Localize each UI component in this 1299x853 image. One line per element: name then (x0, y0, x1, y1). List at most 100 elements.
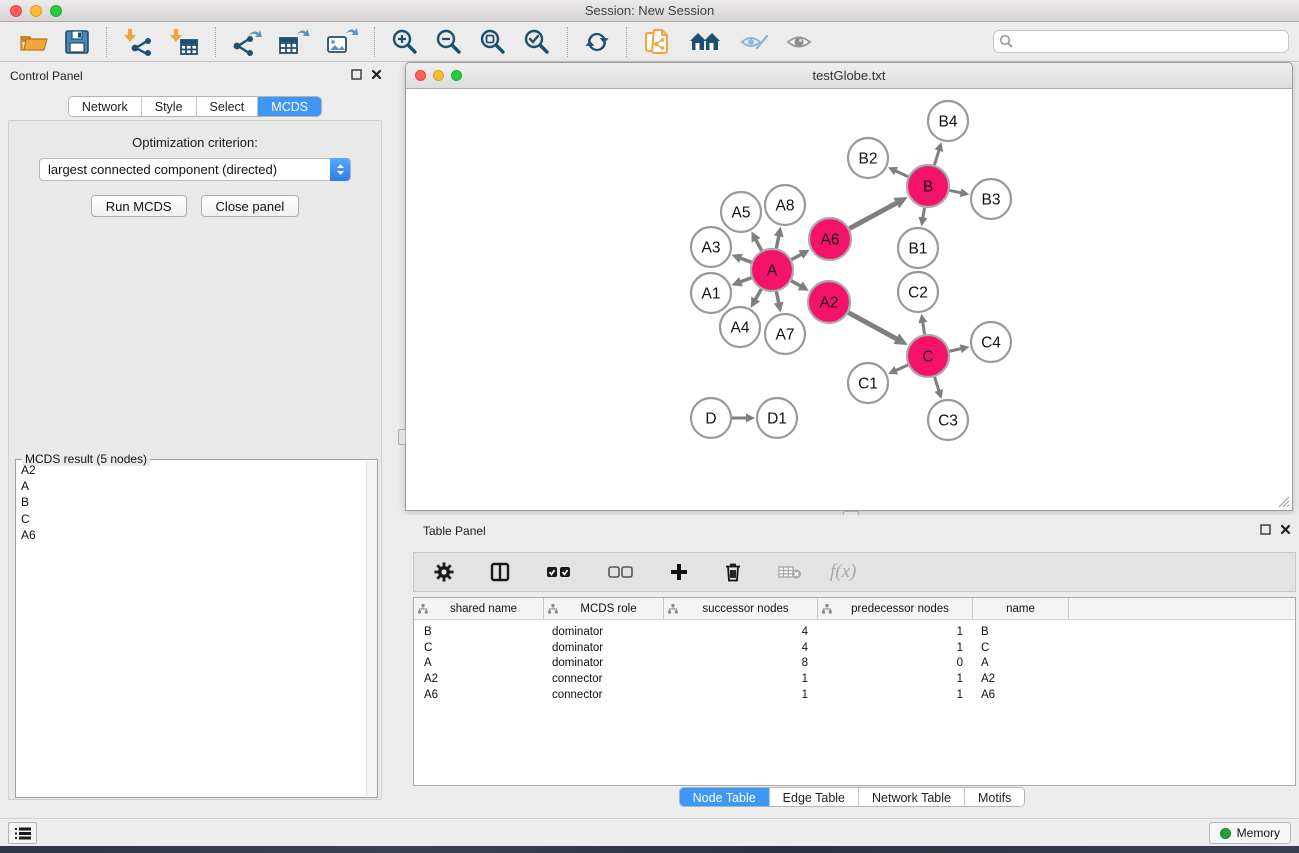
resize-grip-icon[interactable] (1277, 495, 1290, 508)
delete-column-button[interactable] (719, 560, 747, 584)
graph-edge-C-C1[interactable] (894, 365, 907, 371)
graph-node-A5[interactable]: A5 (721, 192, 761, 232)
tab-node-table[interactable]: Node Table (680, 788, 770, 806)
graph-node-A7[interactable]: A7 (765, 314, 805, 354)
zoom-selected-button[interactable] (518, 26, 556, 58)
save-session-button[interactable] (59, 27, 95, 57)
minimize-window-button[interactable] (30, 5, 42, 17)
tab-network[interactable]: Network (69, 97, 142, 116)
mcds-result-scrollbar[interactable] (366, 461, 377, 796)
export-image-button[interactable] (321, 26, 363, 58)
mcds-result-item[interactable]: A (17, 478, 365, 494)
show-view-button[interactable] (780, 28, 818, 56)
tab-network-table[interactable]: Network Table (859, 788, 965, 806)
graph-edge-C-C4[interactable] (949, 348, 962, 351)
tab-style[interactable]: Style (142, 97, 197, 116)
deselect-all-button[interactable] (603, 563, 639, 581)
table-row[interactable]: Bdominator41B (414, 624, 1295, 640)
hide-annotations-button[interactable] (734, 28, 774, 56)
zoom-in-button[interactable] (386, 26, 424, 58)
graph-edge-C-C3[interactable] (935, 377, 940, 392)
close-panel-button[interactable]: Close panel (201, 195, 300, 217)
home-view-button[interactable] (682, 27, 728, 57)
column-header-shared-name[interactable]: shared name (414, 598, 544, 619)
graph-edge-A-A5[interactable] (755, 238, 761, 250)
graph-edge-B-B4[interactable] (934, 149, 939, 165)
graph-edge-A2-C[interactable] (848, 313, 898, 340)
float-panel-icon[interactable] (1260, 524, 1271, 535)
tab-edge-table[interactable]: Edge Table (770, 788, 859, 806)
network-window-titlebar[interactable]: testGlobe.txt (406, 63, 1292, 89)
graph-node-A2[interactable]: A2 (808, 281, 850, 323)
graph-edge-C-C2[interactable] (922, 321, 924, 335)
graph-node-A3[interactable]: A3 (691, 227, 731, 267)
graph-node-B4[interactable]: B4 (928, 101, 968, 141)
table-row[interactable]: A2connector11A2 (414, 671, 1295, 687)
graph-edge-A-A8[interactable] (776, 234, 779, 248)
float-panel-icon[interactable] (351, 69, 362, 80)
mcds-result-item[interactable]: A2 (17, 462, 365, 478)
task-history-button[interactable] (8, 822, 37, 844)
network-zoom-button[interactable] (451, 70, 462, 81)
graph-node-C[interactable]: C (907, 335, 949, 377)
graph-node-B3[interactable]: B3 (971, 179, 1011, 219)
graph-node-A8[interactable]: A8 (765, 185, 805, 225)
left-splitter-grip[interactable] (398, 429, 406, 445)
import-network-button[interactable] (118, 26, 158, 58)
graph-node-B[interactable]: B (907, 165, 949, 207)
graph-node-A[interactable]: A (751, 249, 793, 291)
graph-node-A6[interactable]: A6 (809, 218, 851, 260)
memory-button[interactable]: Memory (1209, 822, 1291, 844)
graph-edge-A-A4[interactable] (755, 289, 762, 301)
delete-table-button[interactable] (773, 562, 807, 582)
network-minimize-button[interactable] (433, 70, 444, 81)
mcds-result-item[interactable]: A6 (17, 527, 365, 543)
column-header-predecessor-nodes[interactable]: predecessor nodes (818, 598, 973, 619)
column-header-name[interactable]: name (973, 598, 1069, 619)
table-row[interactable]: Cdominator41C (414, 640, 1295, 656)
graph-node-A4[interactable]: A4 (720, 307, 760, 347)
column-header-successor-nodes[interactable]: successor nodes (664, 598, 818, 619)
tab-motifs[interactable]: Motifs (965, 788, 1024, 806)
graph-node-D1[interactable]: D1 (757, 398, 797, 438)
graph-node-D[interactable]: D (691, 398, 731, 438)
graph-node-C1[interactable]: C1 (848, 363, 888, 403)
select-all-button[interactable] (541, 563, 577, 581)
network-close-button[interactable] (415, 70, 426, 81)
table-row[interactable]: Adominator80A (414, 656, 1295, 672)
graph-node-A1[interactable]: A1 (691, 273, 731, 313)
clone-network-button[interactable] (638, 25, 676, 59)
mcds-result-item[interactable]: C (17, 511, 365, 527)
graph-node-C3[interactable]: C3 (928, 400, 968, 440)
zoom-window-button[interactable] (50, 5, 62, 17)
zoom-out-button[interactable] (430, 26, 468, 58)
optimization-criterion-select[interactable]: largest connected component (directed) (39, 158, 351, 181)
graph-node-B2[interactable]: B2 (848, 138, 888, 178)
graph-node-C4[interactable]: C4 (971, 322, 1011, 362)
tab-select[interactable]: Select (197, 97, 259, 116)
close-panel-icon[interactable] (371, 69, 382, 80)
show-columns-button[interactable] (485, 560, 515, 584)
graph-node-C2[interactable]: C2 (898, 272, 938, 312)
close-window-button[interactable] (10, 5, 22, 17)
table-row[interactable]: A6connector11A6 (414, 687, 1295, 703)
function-builder-button[interactable]: f(x) (830, 561, 856, 583)
table-settings-button[interactable] (429, 560, 459, 584)
export-table-button[interactable] (273, 26, 315, 58)
column-header-MCDS-role[interactable]: MCDS role (544, 598, 664, 619)
open-session-button[interactable] (13, 27, 53, 57)
export-network-button[interactable] (227, 26, 267, 58)
add-column-button[interactable] (665, 561, 693, 583)
run-mcds-button[interactable]: Run MCDS (91, 195, 187, 217)
tab-mcds[interactable]: MCDS (258, 97, 321, 116)
graph-edge-B-B2[interactable] (894, 170, 908, 176)
zoom-fit-button[interactable] (474, 26, 512, 58)
import-table-button[interactable] (164, 26, 204, 58)
network-canvas[interactable]: A A1 A2 A3 A4 A5 A6 A7 A8 B B1 B2 B3B4 C C1 C2 C3C4 D D1 (406, 89, 1292, 510)
graph-edge-A6-B[interactable] (849, 202, 898, 228)
graph-node-B1[interactable]: B1 (898, 228, 938, 268)
close-panel-icon[interactable] (1280, 524, 1291, 535)
search-input[interactable] (993, 30, 1289, 53)
refresh-button[interactable] (579, 27, 615, 57)
mcds-result-item[interactable]: B (17, 494, 365, 510)
